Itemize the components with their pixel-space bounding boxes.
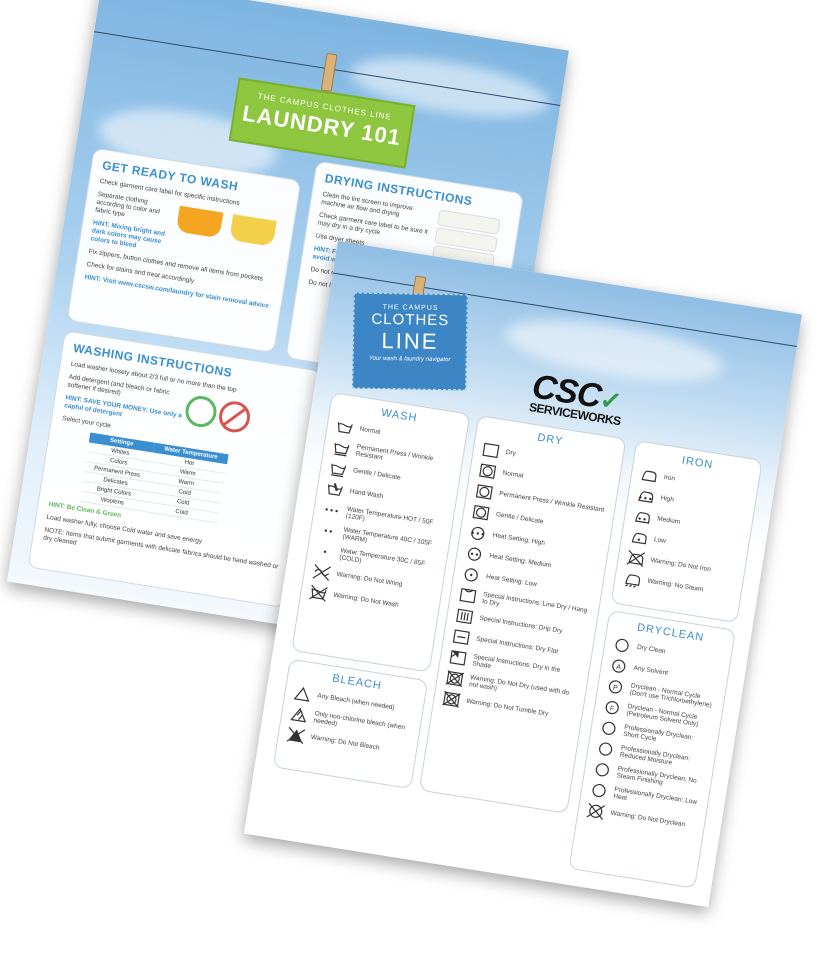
care-symbol-label: Warning: Do Not Bleach	[310, 734, 380, 752]
logo-tagline: Your wash & laundry navigator	[368, 355, 451, 364]
care-symbol-label: Heat Setting: High	[492, 532, 546, 548]
dry-flat-icon	[452, 629, 470, 645]
care-symbol-label: Heat Setting: Low	[485, 573, 538, 589]
circle-p-icon: P	[608, 680, 623, 694]
care-symbol-label: Dry Clean	[636, 644, 667, 656]
do-not-dryclean-icon	[586, 802, 606, 820]
care-symbol-label: Medium	[656, 515, 681, 527]
circle-no-steam-icon	[595, 763, 609, 777]
care-symbol-label: Normal	[359, 425, 381, 437]
wash-tub-double-line-icon	[331, 463, 347, 478]
do-not-wash-icon	[309, 584, 328, 602]
tumble-dry-line-icon	[475, 484, 493, 500]
care-symbol-label: Iron	[663, 474, 676, 483]
care-symbol-label: Warning: Do Not Tumble Dry	[465, 698, 549, 718]
circle-low-heat-icon	[592, 783, 606, 798]
triangle-icon	[293, 686, 310, 702]
wash-tub-line-icon	[334, 442, 350, 457]
detergent-cup-icons	[185, 396, 251, 433]
iron-icon	[641, 470, 657, 483]
three-dots-icon	[325, 508, 338, 513]
washing-instructions-card: WASHING INSTRUCTIONS Load washer loosely…	[27, 330, 322, 609]
care-symbol-label: Warning: Do Not Wash	[332, 591, 400, 610]
two-dots-icon	[324, 529, 332, 533]
care-symbol-label: Warning: Do Not Iron	[650, 557, 712, 574]
care-symbol-label: Warning: Do Not Wring	[336, 571, 403, 589]
iron-high-icon	[638, 491, 654, 503]
square-icon	[482, 442, 500, 459]
iron-medium-icon	[634, 512, 650, 524]
get-ready-card: GET READY TO WASH Check garment care lab…	[66, 147, 302, 354]
crossed-triangle-icon	[286, 726, 306, 745]
striped-triangle-icon	[290, 707, 307, 723]
care-symbol-label: Any Solvent	[633, 664, 669, 678]
care-symbol-label: Warning: Do Not Dryclean	[610, 809, 686, 829]
campus-clothes-line-logo: THE CAMPUS CLOTHES LINE Your wash & laun…	[352, 292, 468, 391]
circle-short-icon	[602, 721, 616, 735]
do-not-tumble-dry-icon	[442, 690, 461, 708]
care-symbol-label: Special Instructions: Dry Flat	[475, 635, 559, 656]
heat-low-icon	[464, 568, 478, 582]
no-steam-icon	[625, 574, 641, 588]
circle-icon	[615, 638, 629, 652]
logo-line: CLOTHES	[371, 310, 450, 330]
circle-f-icon: F	[605, 700, 619, 715]
circle-moisture-icon	[599, 742, 613, 756]
care-symbol-label: Warning: No Steam	[646, 577, 704, 594]
care-symbol-label: Heat Setting: Medium	[488, 552, 552, 570]
care-symbol-label: High	[659, 494, 675, 504]
tumble-dry-double-line-icon	[472, 504, 490, 521]
heat-high-icon	[471, 526, 485, 541]
svg-text:A: A	[616, 664, 622, 672]
circle-a-icon: A	[612, 659, 626, 673]
hand-wash-icon	[328, 483, 343, 496]
care-symbol-label: Gentle / Delicate	[495, 511, 544, 526]
care-symbol-label: Hand Wash	[349, 488, 384, 501]
bleach-card: BLEACH Any Bleach (when needed) Only non-…	[272, 658, 429, 790]
care-symbol-label: Gentle / Delicate	[352, 467, 402, 482]
wash-tub-icon	[337, 422, 353, 434]
do-not-iron-icon	[626, 549, 646, 568]
care-symbols-poster: THE CAMPUS CLOTHES LINE Your wash & laun…	[243, 240, 803, 908]
logo-line: LINE	[381, 327, 439, 354]
dry-shade-icon	[449, 650, 467, 666]
svg-text:P: P	[612, 685, 618, 693]
tumble-dry-icon	[479, 463, 497, 479]
one-dot-icon	[323, 550, 327, 553]
care-symbol-label: Any Bleach (when needed)	[316, 692, 396, 712]
care-symbol-label: Normal	[501, 469, 524, 481]
do-not-tumble-icon	[445, 670, 465, 688]
heat-medium-icon	[467, 547, 482, 561]
do-not-wring-icon	[312, 563, 332, 582]
iron-low-icon	[631, 532, 647, 545]
drip-dry-icon	[456, 608, 474, 625]
care-symbol-label: Low	[653, 536, 667, 546]
colored-laundry-basket-icon	[175, 205, 224, 239]
white-laundry-basket-icon	[229, 214, 278, 247]
svg-text:F: F	[609, 705, 614, 713]
iron-card: IRON Iron High Medium Low Warning: Do Not Ir…	[610, 440, 763, 624]
line-dry-icon	[459, 587, 477, 604]
care-symbol-label: Dry	[505, 449, 517, 458]
care-symbol-label: Special Instructions: Drip Dry	[478, 615, 563, 636]
